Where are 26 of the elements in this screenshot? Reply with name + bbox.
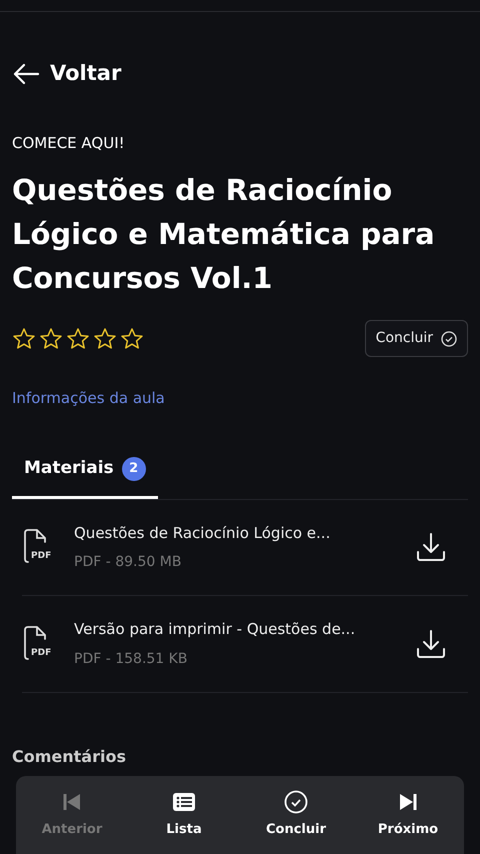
back-arrow-icon	[12, 62, 40, 85]
star-icon	[93, 326, 117, 350]
back-button[interactable]: Voltar	[12, 58, 122, 90]
star-icon	[12, 326, 36, 350]
nav-next-button[interactable]: Próximo	[363, 790, 453, 840]
star-icon	[120, 326, 144, 350]
file-info: PDF - 158.51 KB	[74, 650, 188, 668]
lesson-info-link[interactable]: Informações da aula	[12, 387, 165, 410]
download-icon	[416, 532, 446, 562]
download-icon	[416, 628, 446, 659]
lesson-title: Questões de Raciocínio Lógico e Matemática para Concursos Vol.1	[12, 172, 436, 297]
nav-complete-button[interactable]: Concluir	[251, 790, 341, 840]
check-circle-icon	[441, 330, 457, 346]
nav-list-button[interactable]: Lista	[139, 790, 229, 840]
check-circle-icon	[284, 790, 308, 814]
comments-heading: Comentários	[12, 746, 127, 768]
star-icon	[66, 326, 90, 350]
file-name: Questões de Raciocínio Lógico e...	[74, 522, 332, 544]
count-badge: 2	[122, 456, 146, 481]
star-icon	[39, 326, 63, 350]
section-label: COMECE AQUI!	[12, 132, 126, 154]
complete-button[interactable]: Concluir	[364, 320, 468, 357]
star-rating[interactable]	[12, 326, 144, 350]
materials-tab[interactable]: Materiais 2	[12, 448, 158, 498]
file-name: Versão para imprimir - Questões de...	[74, 619, 356, 640]
file-info: PDF - 89.50 MB	[74, 553, 182, 572]
